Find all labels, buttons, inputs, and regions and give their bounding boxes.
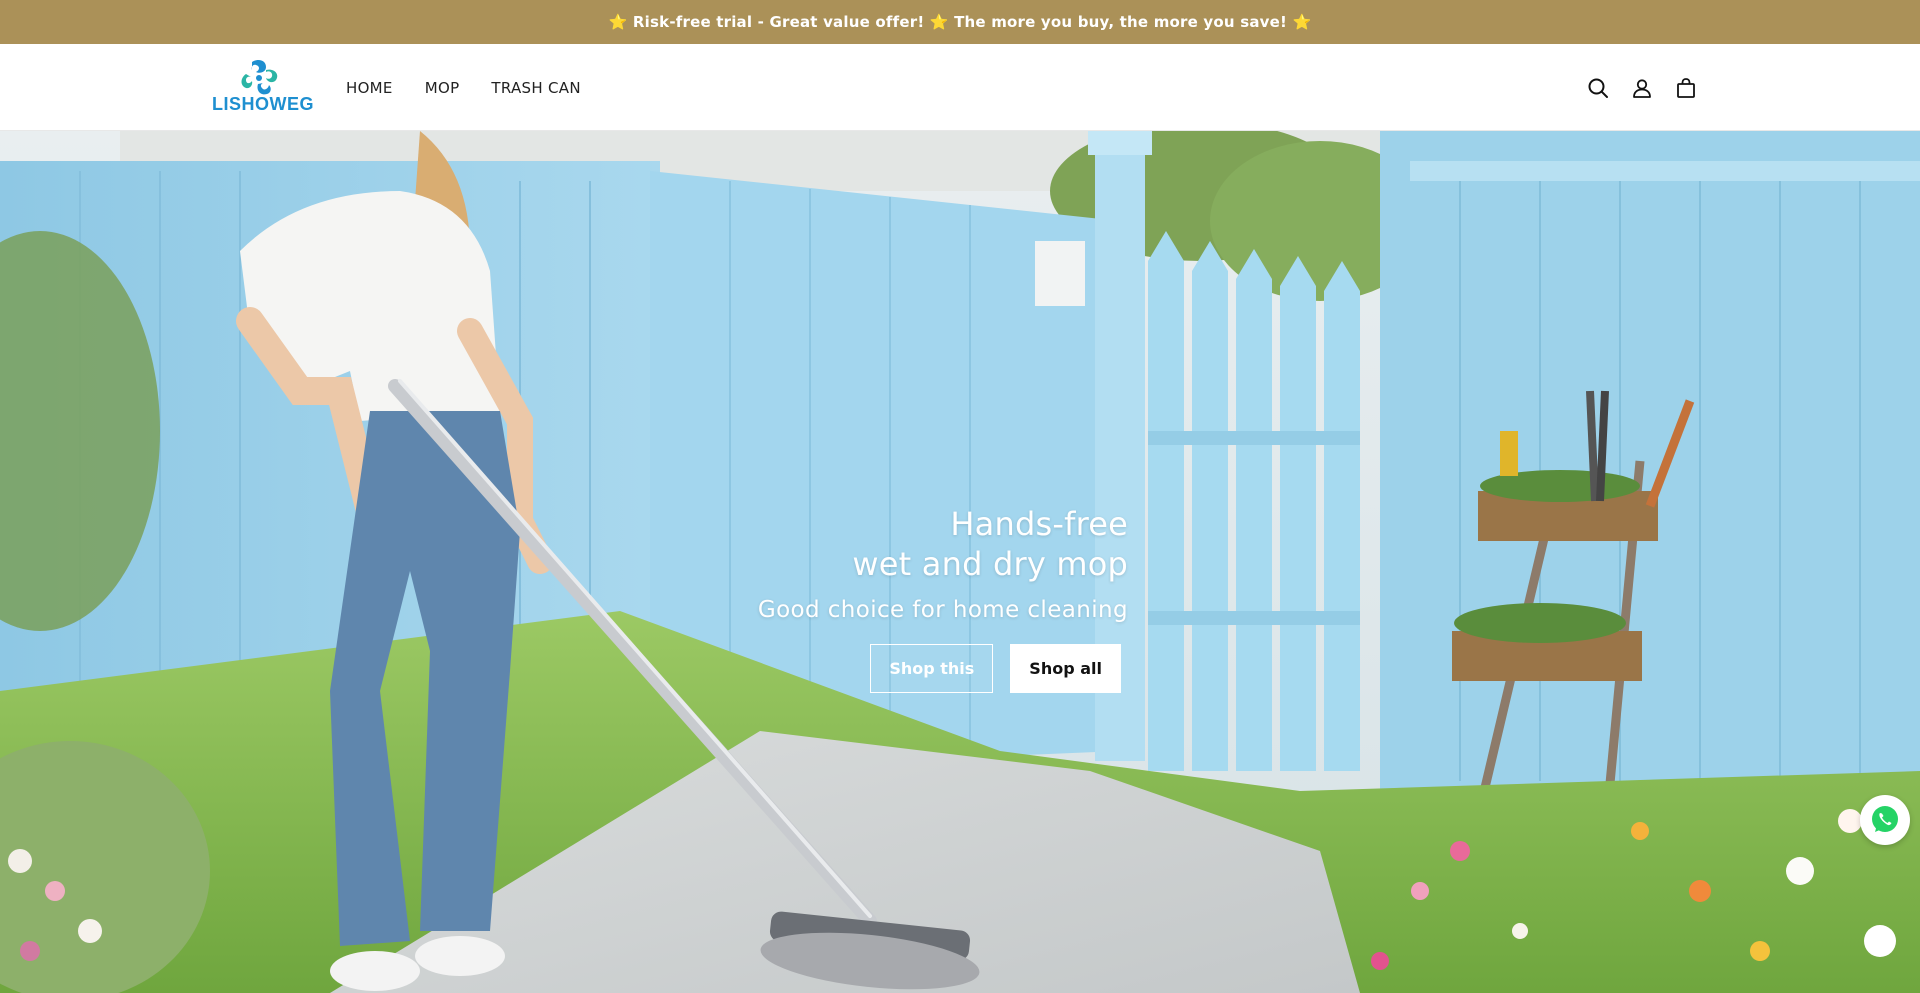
hero-banner: Hands-free wet and dry mop Good choice f…: [0, 131, 1920, 993]
account-icon[interactable]: [1630, 76, 1654, 100]
hero-buttons: Shop this Shop all: [758, 644, 1121, 693]
hero-title-line1: Hands-free: [950, 505, 1128, 543]
hero-subtitle: Good choice for home cleaning: [757, 597, 1128, 623]
logo-text: LISHOWEG: [212, 94, 314, 114]
announcement-text: ⭐ Risk-free trial - Great value offer! ⭐…: [608, 13, 1312, 31]
logo[interactable]: LISHOWEG: [210, 58, 314, 116]
nav-item-home[interactable]: HOME: [346, 79, 393, 97]
hero-content: Hands-free wet and dry mop Good choice f…: [758, 504, 1128, 693]
main-nav: HOME MOP TRASH CAN: [346, 44, 581, 131]
announcement-bar: ⭐ Risk-free trial - Great value offer! ⭐…: [0, 0, 1920, 44]
nav-item-trash-can[interactable]: TRASH CAN: [491, 79, 580, 97]
whatsapp-icon: [1872, 806, 1898, 832]
shop-this-button[interactable]: Shop this: [870, 644, 994, 693]
logo-mark-icon: [241, 59, 278, 95]
header-icons: [1586, 44, 1698, 131]
cart-icon[interactable]: [1674, 76, 1698, 100]
hero-title: Hands-free wet and dry mop: [758, 504, 1128, 584]
site-header: LISHOWEG HOME MOP TRASH CAN: [0, 44, 1920, 131]
whatsapp-chat-button[interactable]: [1860, 795, 1910, 845]
hero-title-line2: wet and dry mop: [852, 545, 1128, 583]
nav-item-mop[interactable]: MOP: [425, 79, 460, 97]
shop-all-button[interactable]: Shop all: [1010, 644, 1121, 693]
search-icon[interactable]: [1586, 76, 1610, 100]
